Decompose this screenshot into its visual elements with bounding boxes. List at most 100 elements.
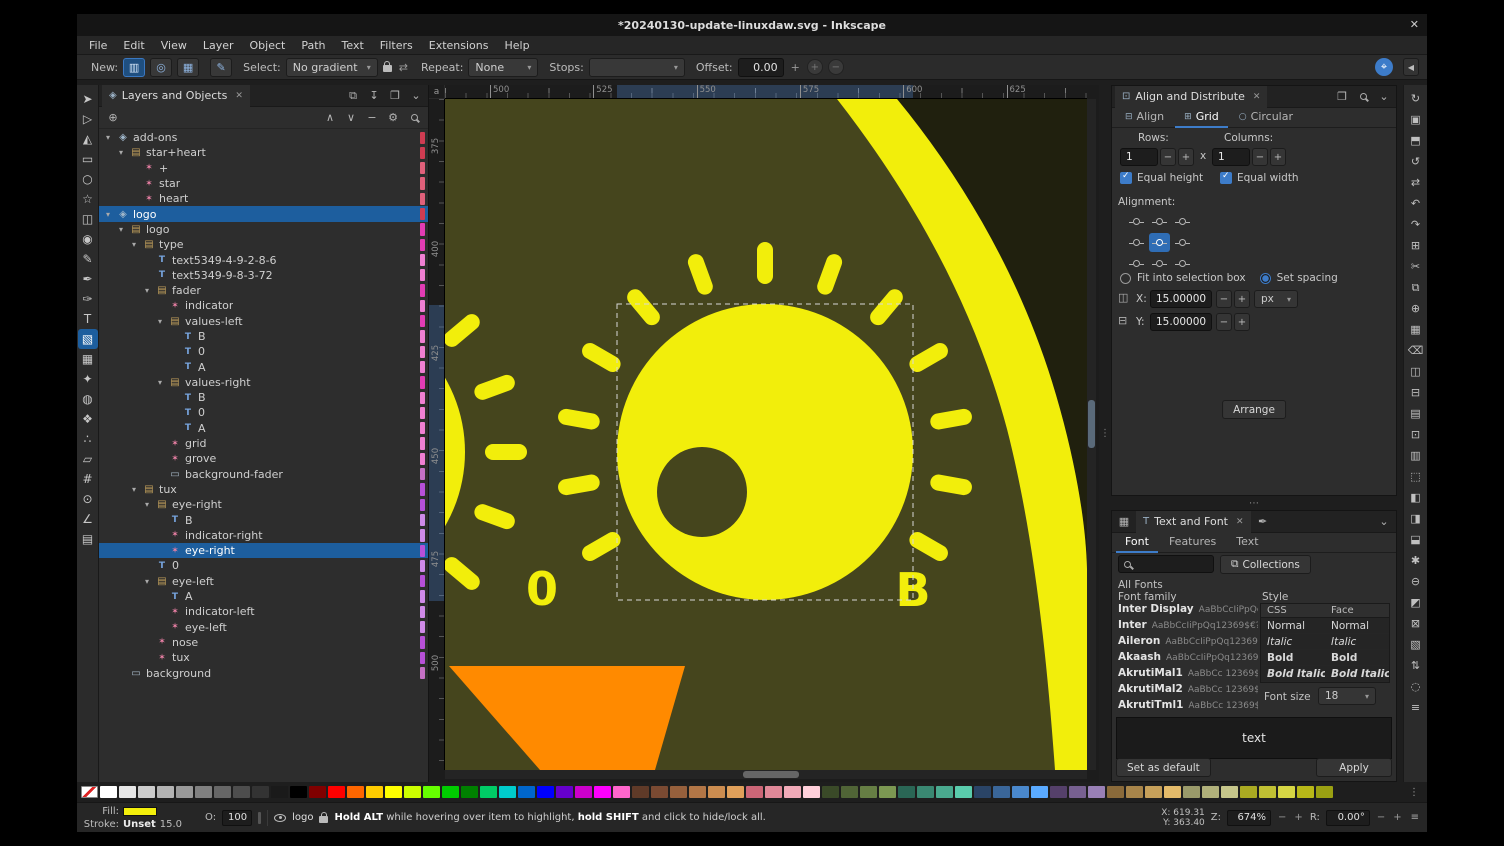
offset-plus-icon[interactable]: +	[789, 61, 802, 74]
palette-swatch[interactable]	[651, 786, 668, 798]
tab-grid[interactable]: ⊞Grid	[1175, 108, 1228, 128]
layer-row[interactable]: ▾▤logo	[99, 222, 428, 237]
set-spacing-radio[interactable]	[1260, 273, 1271, 284]
rotation-entry[interactable]: 0.00°	[1326, 810, 1370, 826]
canvas[interactable]: 0 B	[445, 99, 1087, 770]
palette-swatch[interactable]	[1031, 786, 1048, 798]
tab-text-and-font[interactable]: T Text and Font ✕	[1136, 511, 1251, 533]
palette-swatch[interactable]	[499, 786, 516, 798]
palette-swatch[interactable]	[1183, 786, 1200, 798]
font-row[interactable]: AkrutiTml1AaBbCc 12369$€?()	[1114, 699, 1258, 715]
palette-swatch[interactable]	[100, 786, 117, 798]
palette-swatch[interactable]	[594, 786, 611, 798]
palette-swatch[interactable]	[138, 786, 155, 798]
layer-row[interactable]: TB	[99, 390, 428, 405]
vertical-ruler[interactable]: 375400425450475500	[429, 99, 445, 770]
snap-icon-22[interactable]: ✱	[1406, 550, 1426, 571]
layer-row[interactable]: ▾▤eye-right	[99, 497, 428, 512]
gradient-select[interactable]: No gradient▾	[286, 58, 378, 77]
palette-swatch[interactable]	[81, 786, 98, 798]
collections-button[interactable]: ⧉Collections	[1220, 555, 1311, 574]
layer-color-strip[interactable]	[420, 483, 425, 495]
float-dialog-icon[interactable]: ❐	[386, 87, 404, 105]
tab-text[interactable]: Text	[1227, 533, 1267, 553]
search-icon[interactable]	[1354, 88, 1372, 106]
layer-color-strip[interactable]	[420, 315, 425, 327]
tab-align-and-distribute[interactable]: ⊡ Align and Distribute ✕	[1115, 86, 1267, 108]
palette-swatch[interactable]	[575, 786, 592, 798]
paint-bucket-tool-icon[interactable]: ◍	[78, 389, 98, 409]
spiral-tool-icon[interactable]: ◉	[78, 229, 98, 249]
palette-swatch[interactable]	[613, 786, 630, 798]
expander-icon[interactable]: ▾	[103, 210, 113, 219]
ruler-corner[interactable]: a	[429, 85, 445, 99]
snap-icon-17[interactable]: ▥	[1406, 445, 1426, 466]
expander-icon[interactable]: ▾	[142, 500, 152, 509]
font-row[interactable]: AkrutiMal1AaBbCc 12369$€?()	[1114, 667, 1258, 683]
palette-swatch[interactable]	[423, 786, 440, 798]
rows-plus-button[interactable]: +	[1178, 148, 1194, 166]
layer-color-strip[interactable]	[420, 575, 425, 587]
layer-color-strip[interactable]	[420, 239, 425, 251]
align-anchor-8[interactable]	[1172, 254, 1193, 273]
lower-layer-icon[interactable]: ∨	[342, 109, 360, 127]
measure-tool-icon[interactable]: ∠	[78, 509, 98, 529]
layer-row[interactable]: TA	[99, 589, 428, 604]
layer-row[interactable]: T0	[99, 405, 428, 420]
style-row[interactable]: Bold ItalicBold Italic	[1261, 666, 1389, 682]
snap-icon-3[interactable]: ↺	[1406, 151, 1426, 172]
palette-swatch[interactable]	[290, 786, 307, 798]
dialog-tab2-icon[interactable]: ✒	[1254, 513, 1272, 531]
stops-select[interactable]: ▾	[589, 58, 685, 77]
palette-swatch[interactable]	[974, 786, 991, 798]
layer-color-strip[interactable]	[420, 269, 425, 281]
layer-row[interactable]: ▾▤values-left	[99, 314, 428, 329]
layer-color-strip[interactable]	[420, 590, 425, 602]
calligraphy-tool-icon[interactable]: ✑	[78, 289, 98, 309]
mesh-tool-icon[interactable]: ▦	[78, 349, 98, 369]
expander-icon[interactable]: ▾	[116, 148, 126, 157]
star-tool-icon[interactable]: ☆	[78, 189, 98, 209]
layer-row[interactable]: Ttext5349-4-9-2-8-6	[99, 252, 428, 267]
rotation-minus-icon[interactable]: −	[1376, 812, 1386, 823]
palette-swatch[interactable]	[1221, 786, 1238, 798]
palette-swatch[interactable]	[955, 786, 972, 798]
snap-icon-0[interactable]: ↻	[1406, 88, 1426, 109]
layer-color-strip[interactable]	[420, 606, 425, 618]
layer-color-strip[interactable]	[420, 300, 425, 312]
font-row[interactable]: InterAaBbCcIiPpQq12369$€?.	[1114, 619, 1258, 635]
layer-color-strip[interactable]	[420, 208, 425, 220]
layer-row[interactable]: ✶+	[99, 161, 428, 176]
linear-gradient-button[interactable]: ▥	[123, 58, 145, 77]
menu-view[interactable]: View	[153, 39, 195, 52]
layer-color-strip[interactable]	[420, 407, 425, 419]
apply-button[interactable]: Apply	[1316, 758, 1392, 777]
spray-tool-icon[interactable]: ∴	[78, 429, 98, 449]
menu-object[interactable]: Object	[242, 39, 294, 52]
settings-gear-icon[interactable]: ⚙	[384, 109, 402, 127]
expander-icon[interactable]: ▾	[129, 240, 139, 249]
snap-icon-20[interactable]: ◨	[1406, 508, 1426, 529]
layer-color-strip[interactable]	[420, 193, 425, 205]
set-default-button[interactable]: Set as default	[1116, 758, 1211, 777]
menu-edit[interactable]: Edit	[115, 39, 152, 52]
tab-circular[interactable]: ○Circular	[1230, 108, 1302, 128]
snap-icon-12[interactable]: ⌫	[1406, 340, 1426, 361]
menu-text[interactable]: Text	[334, 39, 372, 52]
chevron-down-icon[interactable]: ⌄	[407, 87, 425, 105]
layer-color-strip[interactable]	[420, 392, 425, 404]
menu-layer[interactable]: Layer	[195, 39, 242, 52]
layer-row[interactable]: ✶indicator	[99, 298, 428, 313]
font-row[interactable]: AileronAaBbCcIiPpQq12369$€¢	[1114, 635, 1258, 651]
palette-swatch[interactable]	[518, 786, 535, 798]
layer-row[interactable]: ▭background-fader	[99, 467, 428, 482]
align-anchor-6[interactable]	[1126, 254, 1147, 273]
layer-color-strip[interactable]	[420, 346, 425, 358]
snap-icon-15[interactable]: ▤	[1406, 403, 1426, 424]
eraser-tool-icon[interactable]: ▱	[78, 449, 98, 469]
ellipse-tool-icon[interactable]: ○	[78, 169, 98, 189]
palette-swatch[interactable]	[385, 786, 402, 798]
palette-swatch[interactable]	[461, 786, 478, 798]
layer-row[interactable]: ✶eye-left	[99, 620, 428, 635]
snap-icon-19[interactable]: ◧	[1406, 487, 1426, 508]
